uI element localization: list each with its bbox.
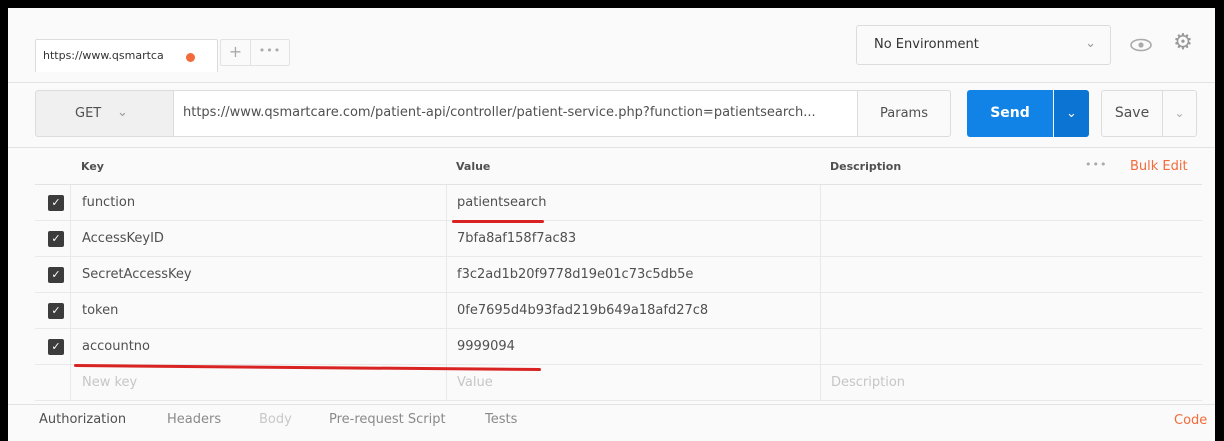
method-select[interactable]: GET ⌄ bbox=[35, 90, 174, 137]
table-row: ✓ token 0fe7695d4b93fad219b649a18afd27c8 bbox=[35, 293, 1202, 329]
environment-select[interactable]: No Environment ⌄ bbox=[856, 25, 1111, 65]
divider bbox=[8, 82, 1215, 83]
tab-body[interactable]: Body bbox=[259, 412, 292, 427]
url-input[interactable]: https://www.qsmartcare.com/patient-api/c… bbox=[173, 90, 858, 137]
param-description[interactable] bbox=[820, 293, 1202, 329]
tab-authorization[interactable]: Authorization bbox=[39, 412, 126, 427]
header-description: Description bbox=[830, 160, 902, 173]
chevron-down-icon: ⌄ bbox=[117, 105, 128, 120]
params-button[interactable]: Params bbox=[857, 90, 951, 137]
more-tabs-icon[interactable]: ••• bbox=[251, 40, 289, 65]
save-button[interactable]: Save bbox=[1101, 90, 1163, 137]
request-options-tabs: Authorization Headers Body Pre-request S… bbox=[8, 404, 1215, 441]
param-value[interactable]: f3c2ad1b20f9778d19e01c73c5db5e bbox=[446, 257, 821, 293]
send-button[interactable]: Send bbox=[967, 90, 1053, 137]
checkbox[interactable]: ✓ bbox=[48, 303, 64, 319]
param-description[interactable] bbox=[820, 257, 1202, 293]
code-link[interactable]: Code bbox=[1174, 413, 1207, 428]
tab-tests[interactable]: Tests bbox=[485, 412, 517, 427]
param-value[interactable]: 0fe7695d4b93fad219b649a18afd27c8 bbox=[446, 293, 821, 329]
param-key[interactable]: function bbox=[70, 185, 447, 221]
param-key[interactable]: AccessKeyID bbox=[70, 221, 447, 257]
environment-label: No Environment bbox=[874, 37, 979, 52]
param-value[interactable]: patientsearch bbox=[446, 185, 821, 221]
gear-icon[interactable]: ⚙ bbox=[1170, 30, 1196, 56]
table-row: ✓ accountno 9999094 bbox=[35, 329, 1202, 365]
table-row: ✓ function patientsearch bbox=[35, 185, 1202, 221]
param-description[interactable] bbox=[820, 185, 1202, 221]
send-options-icon[interactable]: ⌄ bbox=[1054, 90, 1089, 137]
tab-actions: + ••• bbox=[220, 39, 290, 66]
checkbox[interactable]: ✓ bbox=[48, 231, 64, 247]
header-value: Value bbox=[456, 160, 491, 173]
request-tab[interactable]: https://www.qsmartca bbox=[35, 39, 218, 72]
table-rows: ✓ function patientsearch ✓ AccessKeyID 7… bbox=[35, 185, 1202, 401]
postman-window: https://www.qsmartca + ••• No Environmen… bbox=[8, 8, 1215, 441]
table-row: ✓ AccessKeyID 7bfa8af158f7ac83 bbox=[35, 221, 1202, 257]
bulk-edit-link[interactable]: Bulk Edit bbox=[1130, 159, 1188, 174]
param-description[interactable] bbox=[820, 329, 1202, 365]
new-key-input[interactable]: New key bbox=[70, 365, 447, 401]
param-description[interactable] bbox=[820, 221, 1202, 257]
param-value[interactable]: 7bfa8af158f7ac83 bbox=[446, 221, 821, 257]
add-tab-icon[interactable]: + bbox=[221, 40, 251, 65]
param-key[interactable]: token bbox=[70, 293, 447, 329]
annotation-underline bbox=[452, 220, 544, 223]
tab-headers[interactable]: Headers bbox=[167, 412, 221, 427]
param-key[interactable]: accountno bbox=[70, 329, 447, 365]
url-text: https://www.qsmartcare.com/patient-api/c… bbox=[183, 105, 816, 120]
param-key[interactable]: SecretAccessKey bbox=[70, 257, 447, 293]
checkbox[interactable]: ✓ bbox=[48, 267, 64, 283]
checkbox[interactable]: ✓ bbox=[48, 195, 64, 211]
new-param-row: New key Value Description bbox=[35, 365, 1202, 401]
chevron-down-icon: ⌄ bbox=[1085, 36, 1096, 51]
eye-icon[interactable] bbox=[1128, 34, 1154, 56]
tab-pre-request-script[interactable]: Pre-request Script bbox=[329, 412, 446, 427]
more-options-icon[interactable]: ••• bbox=[1085, 158, 1107, 171]
header-key: Key bbox=[81, 160, 104, 173]
method-label: GET bbox=[75, 106, 102, 121]
top-bar: https://www.qsmartca + ••• No Environmen… bbox=[8, 8, 1215, 81]
unsaved-dot-icon bbox=[186, 53, 195, 62]
divider bbox=[8, 147, 1215, 148]
table-header: Key Value Description ••• Bulk Edit bbox=[35, 150, 1202, 185]
checkbox[interactable]: ✓ bbox=[48, 339, 64, 355]
request-tab-label: https://www.qsmartca bbox=[43, 49, 164, 62]
table-row: ✓ SecretAccessKey f3c2ad1b20f9778d19e01c… bbox=[35, 257, 1202, 293]
save-options-icon[interactable]: ⌄ bbox=[1162, 90, 1197, 137]
new-description-input[interactable]: Description bbox=[820, 365, 1202, 401]
param-value[interactable]: 9999094 bbox=[446, 329, 821, 365]
